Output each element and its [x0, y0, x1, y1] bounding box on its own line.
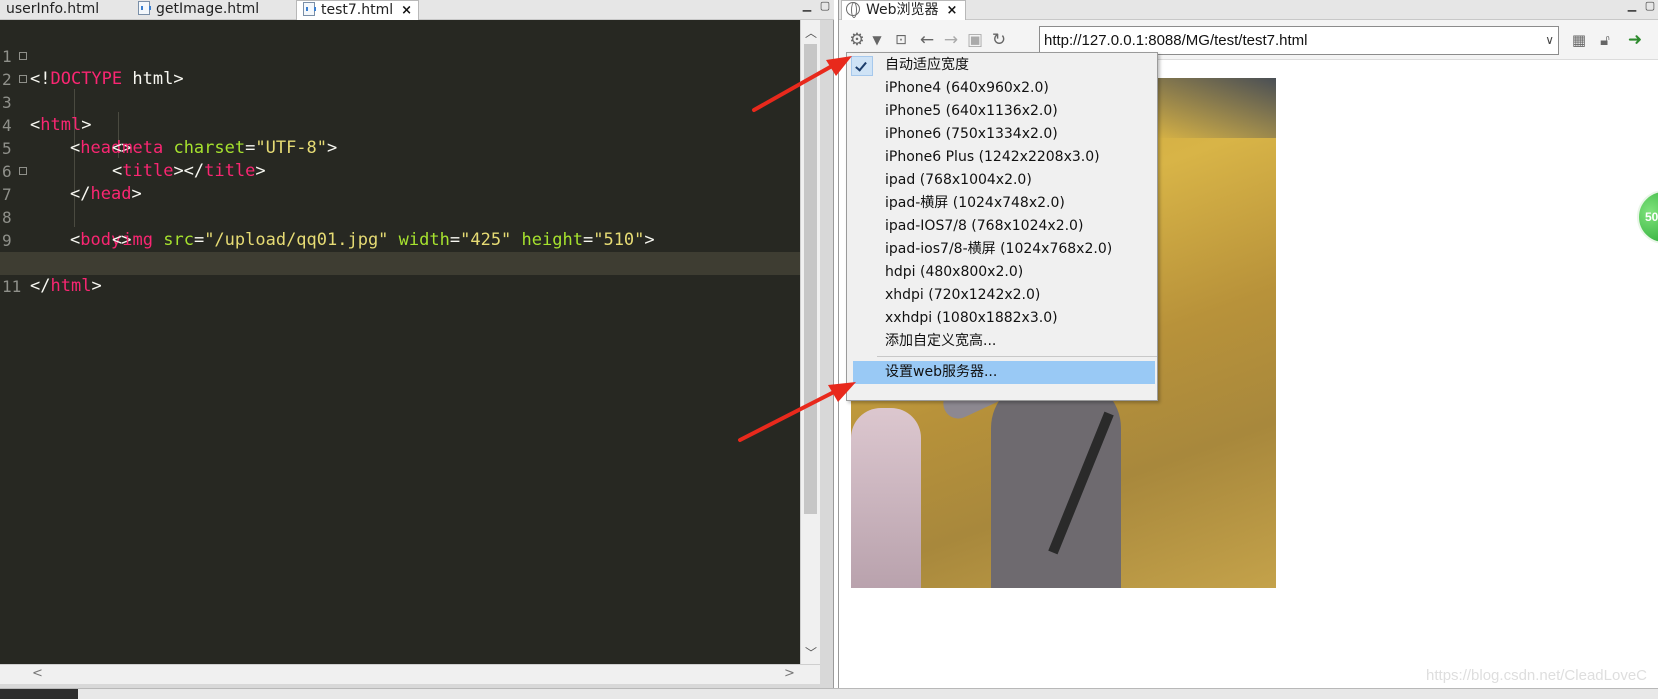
- menu-item-label: iPhone6 (750x1334x2.0): [885, 126, 1058, 142]
- caret-down-icon[interactable]: ▼: [867, 30, 887, 50]
- scroll-right-icon[interactable]: >: [784, 666, 795, 681]
- menu-item-label: xxhdpi (1080x1882x3.0): [885, 310, 1058, 326]
- arrow-right-icon[interactable]: →: [941, 30, 961, 50]
- maximize-pane-icon[interactable]: ▢: [818, 0, 832, 14]
- scroll-down-icon[interactable]: ﹀: [805, 644, 817, 661]
- menu-item-add-custom-size[interactable]: 添加自定义宽高...: [847, 330, 1157, 353]
- device-size-menu: 自动适应宽度 iPhone4 (640x960x2.0) iPhone5 (64…: [846, 52, 1158, 401]
- browser-tab-label: Web浏览器: [866, 2, 939, 18]
- menu-item-label: iPhone6 Plus (1242x2208x3.0): [885, 149, 1100, 165]
- tab-test7-html[interactable]: test7.html ×: [296, 0, 420, 20]
- code-line: 5 <title></title>: [0, 114, 800, 181]
- tab-label: userInfo.html: [6, 1, 100, 17]
- tab-getimage-html[interactable]: getImage.html: [138, 0, 259, 20]
- fold-toggle-icon[interactable]: [19, 167, 27, 175]
- tab-userinfo-html[interactable]: userInfo.html: [6, 0, 99, 20]
- menu-item-label: ipad-横屏 (1024x748x2.0): [885, 195, 1065, 211]
- fold-toggle-icon[interactable]: [19, 52, 27, 60]
- menu-item-iphone6[interactable]: iPhone6 (750x1334x2.0): [847, 123, 1157, 146]
- gear-icon[interactable]: ⚙: [847, 30, 867, 50]
- editor-horizontal-scrollbar[interactable]: < >: [0, 664, 820, 684]
- menu-item-label: ipad-ios7/8-横屏 (1024x768x2.0): [885, 241, 1113, 257]
- code-line: 7 <body>: [0, 160, 800, 250]
- menu-separator: [877, 356, 1157, 357]
- menu-item-label: iPhone4 (640x960x2.0): [885, 80, 1049, 96]
- current-code-line: 11: [0, 252, 800, 296]
- editor-vertical-scrollbar[interactable]: ︿ ﹀: [800, 20, 820, 664]
- tab-label: getImage.html: [156, 1, 260, 17]
- code-line: 1 <!DOCTYPE html>: [0, 22, 800, 89]
- menu-item-ipad-landscape[interactable]: ipad-横屏 (1024x748x2.0): [847, 192, 1157, 215]
- line-number: 11: [2, 277, 22, 296]
- code-line: 10 </html>: [0, 229, 800, 296]
- code-token: >: [91, 276, 102, 296]
- code-line: 4 <meta charset="UTF-8">: [0, 91, 800, 158]
- tab-label: test7.html: [321, 2, 394, 18]
- tab-web-browser[interactable]: Web浏览器 ×: [841, 0, 967, 20]
- menu-item-iphone4[interactable]: iPhone4 (640x960x2.0): [847, 77, 1157, 100]
- menu-item-label: iPhone5 (640x1136x2.0): [885, 103, 1058, 119]
- menu-item-label: xhdpi (720x1242x2.0): [885, 287, 1041, 303]
- code-line: 8 <img src="/upload/qq01.jpg" width="425…: [0, 183, 800, 250]
- fold-toggle-icon[interactable]: [19, 75, 27, 83]
- html-file-icon: [303, 2, 316, 16]
- close-tab-icon[interactable]: ×: [401, 1, 412, 20]
- menu-item-label: ipad-IOS7/8 (768x1024x2.0): [885, 218, 1084, 234]
- code-line: 6 </head>: [0, 137, 800, 204]
- html-file-icon: [138, 1, 151, 15]
- browser-tab-bar: Web浏览器 × ▁ ▢: [839, 0, 1658, 20]
- arrow-left-icon[interactable]: ←: [917, 30, 937, 50]
- chevron-down-icon[interactable]: ∨: [1545, 27, 1554, 54]
- checkmark-icon: [851, 56, 873, 76]
- menu-item-label: hdpi (480x800x2.0): [885, 264, 1024, 280]
- scrollbar-thumb[interactable]: [804, 44, 817, 514]
- url-text: http://127.0.0.1:8088/MG/test/test7.html: [1044, 32, 1308, 49]
- menu-item-label: 自动适应宽度: [885, 57, 969, 73]
- maximize-pane-icon[interactable]: ▢: [1643, 0, 1657, 14]
- unlock-icon[interactable]: 🔓︎: [1595, 30, 1615, 50]
- terminal-icon[interactable]: ⊡: [891, 30, 911, 50]
- close-tab-icon[interactable]: ×: [947, 1, 958, 20]
- menu-item-xhdpi[interactable]: xhdpi (720x1242x2.0): [847, 284, 1157, 307]
- menu-item-hdpi[interactable]: hdpi (480x800x2.0): [847, 261, 1157, 284]
- menu-item-iphone6-plus[interactable]: iPhone6 Plus (1242x2208x3.0): [847, 146, 1157, 169]
- watermark-text: https://blog.csdn.net/CleadLoveC: [1426, 667, 1647, 684]
- minimize-pane-icon[interactable]: ▁: [1625, 0, 1639, 14]
- code-line: 3 <head>: [0, 68, 800, 158]
- menu-item-label: 添加自定义宽高...: [885, 333, 997, 349]
- menu-item-ipad[interactable]: ipad (768x1004x2.0): [847, 169, 1157, 192]
- minimize-pane-icon[interactable]: ▁: [800, 0, 814, 14]
- url-input[interactable]: http://127.0.0.1:8088/MG/test/test7.html…: [1039, 26, 1559, 55]
- qr-code-icon[interactable]: ▦: [1569, 30, 1589, 50]
- menu-item-ipad-ios78-landscape[interactable]: ipad-ios7/8-横屏 (1024x768x2.0): [847, 238, 1157, 261]
- stop-icon[interactable]: ▣: [965, 30, 985, 50]
- code-editor[interactable]: 1 <!DOCTYPE html> 2 <html> 3 <head> 4 <m…: [0, 20, 800, 664]
- menu-item-label: ipad (768x1004x2.0): [885, 172, 1032, 188]
- scroll-up-icon[interactable]: ︿: [805, 24, 817, 41]
- menu-item-auto-width[interactable]: 自动适应宽度: [847, 54, 1157, 77]
- menu-item-label: 设置web服务器...: [885, 364, 998, 380]
- go-arrow-icon[interactable]: ➜: [1625, 30, 1645, 50]
- menu-item-xxhdpi[interactable]: xxhdpi (1080x1882x3.0): [847, 307, 1157, 330]
- status-strip: [0, 688, 1658, 699]
- code-line: 9 </body>: [0, 206, 800, 273]
- code-editor-pane: userInfo.html getImage.html test7.html × …: [0, 0, 834, 688]
- scroll-left-icon[interactable]: <: [32, 666, 43, 681]
- code-line: 2 <html>: [0, 45, 800, 135]
- menu-item-iphone5[interactable]: iPhone5 (640x1136x2.0): [847, 100, 1157, 123]
- editor-tab-bar: userInfo.html getImage.html test7.html × …: [0, 0, 834, 20]
- refresh-icon[interactable]: ↻: [989, 30, 1009, 50]
- menu-item-set-web-server[interactable]: 设置web服务器...: [853, 361, 1155, 384]
- menu-item-ipad-ios78[interactable]: ipad-IOS7/8 (768x1024x2.0): [847, 215, 1157, 238]
- globe-icon: [846, 2, 860, 18]
